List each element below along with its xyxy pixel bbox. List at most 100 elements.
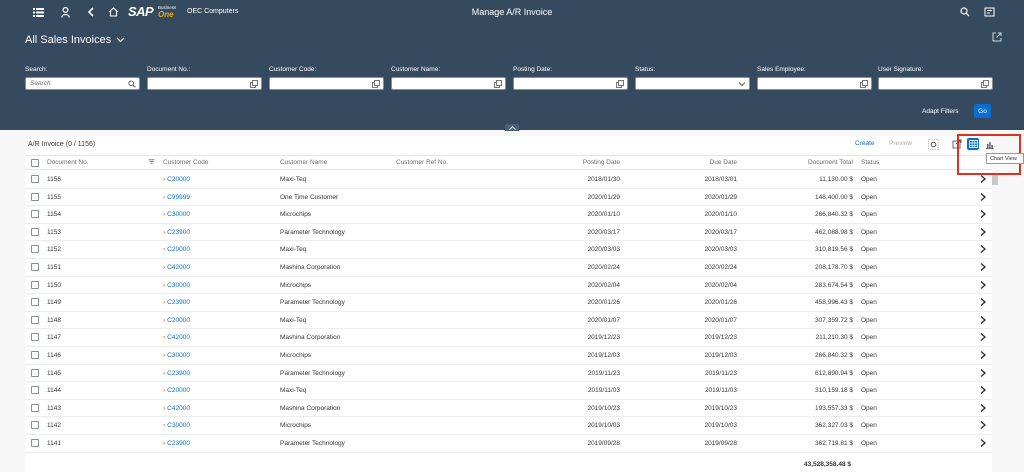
row-checkbox[interactable]: [31, 439, 39, 447]
row-checkbox[interactable]: [31, 421, 39, 430]
table-row[interactable]: 1150 › C30000 Microchips 2020/02/04 2020/02/0…: [25, 277, 992, 295]
row-checkbox[interactable]: [31, 386, 39, 395]
column-header-customer-name[interactable]: Customer Name: [280, 159, 327, 166]
table-row[interactable]: 1152 › C20000 Maxi-Teq 2020/03/03 2020/03/03 3…: [25, 241, 992, 259]
navigate-chevron-icon[interactable]: [979, 385, 987, 395]
customer-code-link[interactable]: › C42000: [163, 264, 190, 271]
row-checkbox[interactable]: [31, 227, 39, 236]
value-help-icon[interactable]: [372, 80, 380, 88]
navigate-chevron-icon[interactable]: [979, 420, 987, 430]
table-row[interactable]: 1141 › C23900 Parameter Technology 2019/09/2…: [25, 435, 992, 453]
customer-code-link[interactable]: › C20000: [163, 176, 190, 183]
customer-code-link[interactable]: › C20000: [163, 387, 190, 394]
column-header-document-no[interactable]: Document No.: [47, 159, 89, 166]
table-row[interactable]: 1151 › C42000 Mashina Corporation 2020/02/24…: [25, 259, 992, 277]
navigate-chevron-icon[interactable]: [979, 403, 987, 413]
row-checkbox[interactable]: [31, 280, 39, 289]
posting-date-field[interactable]: [513, 77, 628, 90]
value-help-icon[interactable]: [494, 80, 502, 88]
user-signature-field[interactable]: [878, 77, 993, 90]
share-icon[interactable]: [992, 32, 1002, 42]
customer-code-link[interactable]: › C23900: [163, 440, 190, 447]
table-row[interactable]: 1147 › C42000 Mashina Corporation 2019/12/23…: [25, 329, 992, 347]
adapt-filters-button[interactable]: Adapt Filters: [922, 108, 959, 115]
variant-selector[interactable]: All Sales Invoices: [25, 34, 125, 46]
customer-code-link[interactable]: › C23900: [163, 370, 190, 377]
column-header-document-total[interactable]: Document Total: [771, 159, 853, 166]
scrollbar-thumb[interactable]: [992, 175, 998, 185]
row-checkbox[interactable]: [31, 175, 39, 183]
navigate-chevron-icon[interactable]: [979, 227, 987, 237]
navigate-chevron-icon[interactable]: [979, 280, 987, 290]
customer-code-link[interactable]: › C30000: [163, 282, 190, 289]
column-header-customer-ref-no[interactable]: Customer Ref No.: [396, 159, 448, 166]
row-checkbox[interactable]: [31, 192, 39, 201]
table-row[interactable]: 1154 › C30000 Microchips 2020/01/10 2020/01/1…: [25, 206, 992, 224]
row-checkbox[interactable]: [31, 263, 39, 271]
table-row[interactable]: 1155 › C99999 One Time Customer 2020/01/29 20…: [25, 189, 992, 207]
customer-name-field[interactable]: [391, 77, 506, 90]
column-header-due-date[interactable]: Due Date: [677, 159, 737, 166]
navigate-chevron-icon[interactable]: [979, 192, 987, 202]
search-icon[interactable]: [128, 80, 136, 88]
value-help-icon[interactable]: [981, 80, 989, 88]
preview-button[interactable]: Preview: [889, 140, 912, 147]
row-checkbox[interactable]: [31, 298, 39, 307]
row-checkbox[interactable]: [31, 403, 39, 412]
customer-code-link[interactable]: › C42000: [163, 334, 190, 341]
search-input[interactable]: Search: [25, 77, 140, 90]
chevron-down-icon[interactable]: [738, 80, 746, 88]
navigate-chevron-icon[interactable]: [979, 244, 987, 254]
sort-icon[interactable]: [148, 159, 155, 166]
document-no-field[interactable]: [147, 77, 262, 90]
navigate-chevron-icon[interactable]: [979, 332, 987, 342]
table-row[interactable]: 1143 › C42000 Mashina Corporation 2019/10/23…: [25, 400, 992, 418]
table-row[interactable]: 1153 › C23900 Parameter Technology 2020/03/1…: [25, 224, 992, 242]
select-all-checkbox[interactable]: [31, 159, 39, 167]
navigate-chevron-icon[interactable]: [979, 368, 987, 378]
customer-code-link[interactable]: › C42000: [163, 405, 190, 412]
table-row[interactable]: 1148 › C20000 Maxi-Teq 2020/01/07 2020/01/07 3…: [25, 312, 992, 330]
column-header-status[interactable]: Status: [861, 159, 879, 166]
navigate-chevron-icon[interactable]: [979, 297, 987, 307]
customer-code-field[interactable]: [269, 77, 384, 90]
table-row[interactable]: 1149 › C23900 Parameter Technology 2020/01/2…: [25, 294, 992, 312]
customer-code-link[interactable]: › C30000: [163, 211, 190, 218]
table-row[interactable]: 1142 › C30000 Microchips 2019/10/03 2019/10/0…: [25, 417, 992, 435]
settings-icon[interactable]: [927, 138, 939, 150]
table-row[interactable]: 1146 › C30000 Microchips 2019/12/03 2019/12/0…: [25, 347, 992, 365]
customer-code-link[interactable]: › C30000: [163, 422, 190, 429]
value-help-icon[interactable]: [250, 80, 258, 88]
sales-employee-field[interactable]: [757, 77, 872, 90]
search-icon[interactable]: [958, 5, 972, 19]
customer-code-link[interactable]: › C20000: [163, 246, 190, 253]
navigate-chevron-icon[interactable]: [979, 174, 987, 184]
row-checkbox[interactable]: [31, 315, 39, 324]
column-header-posting-date[interactable]: Posting Date: [560, 159, 620, 166]
create-button[interactable]: Create: [855, 140, 875, 147]
navigate-chevron-icon[interactable]: [979, 350, 987, 360]
value-help-icon[interactable]: [616, 80, 624, 88]
customer-code-link[interactable]: › C20000: [163, 317, 190, 324]
collapse-header-button[interactable]: [505, 124, 519, 131]
navigate-chevron-icon[interactable]: [979, 438, 987, 448]
customer-code-link[interactable]: › C30000: [163, 352, 190, 359]
go-button[interactable]: Go: [974, 104, 991, 118]
table-row[interactable]: 1156 › C20000 Maxi-Teq 2018/01/30 2018/03/01 1…: [25, 171, 992, 189]
navigate-chevron-icon[interactable]: [979, 262, 987, 272]
row-checkbox[interactable]: [31, 333, 39, 342]
value-help-icon[interactable]: [860, 80, 868, 88]
customer-code-link[interactable]: › C23900: [163, 299, 190, 306]
table-row[interactable]: 1145 › C23900 Parameter Technology 2019/11/2…: [25, 365, 992, 383]
row-checkbox[interactable]: [31, 210, 39, 219]
table-row[interactable]: 1144 › C20000 Maxi-Teq 2019/11/03 2019/11/03 3…: [25, 382, 992, 400]
navigate-chevron-icon[interactable]: [979, 209, 987, 219]
row-checkbox[interactable]: [31, 351, 39, 359]
row-checkbox[interactable]: [31, 368, 39, 377]
customer-code-link[interactable]: › C99999: [163, 194, 190, 201]
status-select[interactable]: [635, 77, 750, 90]
navigate-chevron-icon[interactable]: [979, 315, 987, 325]
customer-code-link[interactable]: › C23900: [163, 229, 190, 236]
row-checkbox[interactable]: [31, 245, 39, 254]
notifications-icon[interactable]: [982, 5, 996, 19]
